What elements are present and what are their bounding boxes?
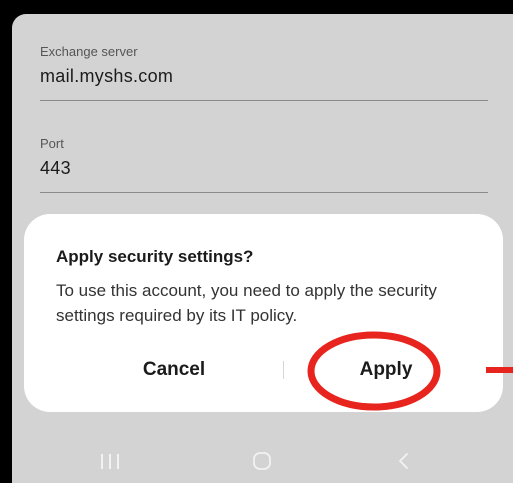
port-label: Port bbox=[40, 136, 64, 151]
home-icon[interactable] bbox=[234, 447, 290, 475]
exchange-server-field[interactable]: Exchange server mail.myshs.com bbox=[40, 44, 488, 101]
recents-icon[interactable] bbox=[82, 447, 138, 475]
navigation-bar bbox=[12, 439, 513, 483]
back-icon[interactable] bbox=[376, 447, 432, 475]
security-settings-dialog: Apply security settings? To use this acc… bbox=[24, 214, 503, 412]
exchange-server-label: Exchange server bbox=[40, 44, 138, 59]
apply-button[interactable]: Apply bbox=[282, 352, 490, 388]
dialog-button-row: Cancel Apply bbox=[24, 352, 503, 388]
exchange-server-value[interactable]: mail.myshs.com bbox=[40, 66, 488, 87]
dialog-title: Apply security settings? bbox=[56, 247, 254, 266]
port-value[interactable]: 443 bbox=[40, 158, 488, 179]
dialog-message: To use this account, you need to apply t… bbox=[56, 281, 437, 325]
phone-screen: Exchange server mail.myshs.com Port 443 … bbox=[12, 14, 513, 483]
cancel-button[interactable]: Cancel bbox=[64, 352, 284, 388]
port-field[interactable]: Port 443 bbox=[40, 136, 488, 193]
